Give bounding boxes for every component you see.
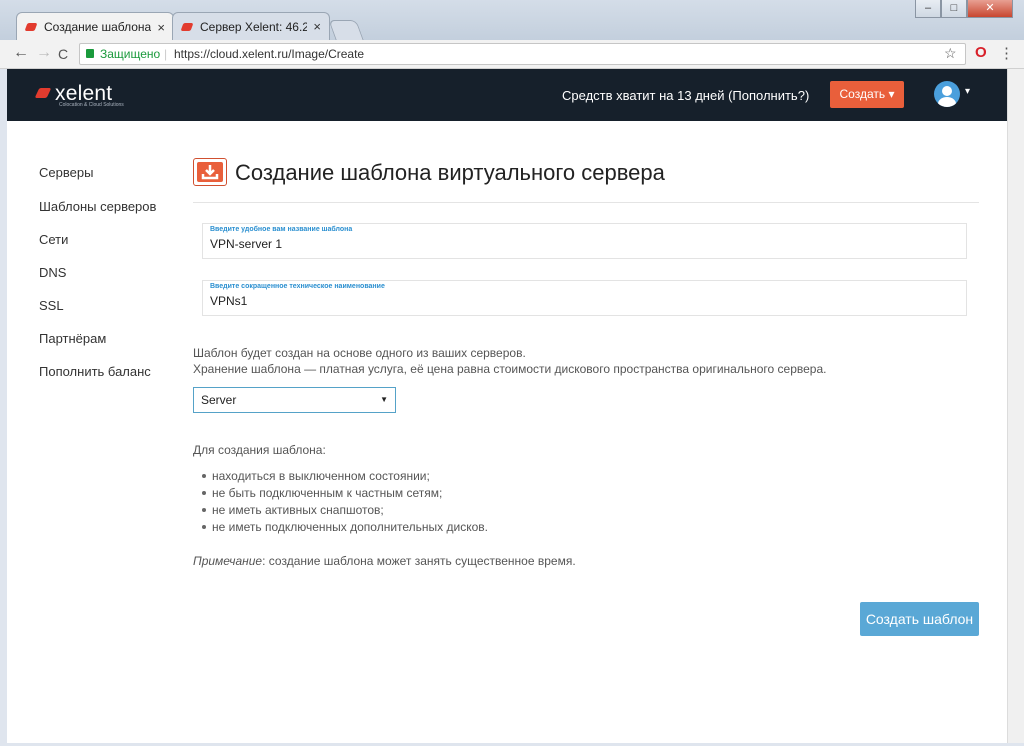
maximize-icon[interactable]: □	[941, 0, 967, 18]
site-header: xelent Colocation & Cloud Solutions Сред…	[7, 69, 1007, 121]
funds-link[interactable]: Средств хватит на 13 дней (Пополнить?)	[562, 88, 809, 103]
logo-subtitle: Colocation & Cloud Solutions	[59, 102, 124, 108]
chevron-down-icon: ▼	[380, 395, 388, 404]
sidebar-item-dns[interactable]: DNS	[39, 265, 66, 280]
bookmark-star-icon[interactable]: ☆	[944, 43, 957, 63]
opera-icon[interactable]: O	[975, 44, 987, 61]
requirement-item: не быть подключенным к частным сетям;	[202, 486, 442, 500]
template-name-value[interactable]: VPN-server 1	[210, 237, 910, 251]
address-bar[interactable]: Защищено | https://cloud.xelent.ru/Image…	[79, 43, 966, 65]
note-text: : создание шаблона может занять существе…	[262, 554, 576, 568]
requirement-item: не иметь активных снапшотов;	[202, 503, 384, 517]
tech-name-field[interactable]: Введите сокращенное техническое наименов…	[202, 280, 967, 316]
info-text-2: Хранение шаблона — платная услуга, её це…	[193, 362, 827, 376]
lock-icon	[86, 49, 94, 58]
tab-title: Создание шаблона вир	[44, 20, 152, 34]
browser-menu-icon[interactable]: ⋮	[999, 44, 1014, 62]
tab-inactive[interactable]: Сервер Xelent: 46.229.2 ×	[172, 12, 330, 40]
close-window-icon[interactable]: ✕	[967, 0, 1013, 18]
title-divider	[193, 202, 979, 203]
info-text-1: Шаблон будет создан на основе одного из …	[193, 346, 526, 360]
sidebar-item-topup[interactable]: Пополнить баланс	[39, 364, 151, 379]
sidebar-item-templates[interactable]: Шаблоны серверов	[39, 199, 156, 214]
create-dropdown-button[interactable]: Создать ▾	[830, 81, 904, 108]
reload-icon[interactable]: C	[58, 46, 68, 62]
url-text: https://cloud.xelent.ru/Image/Create	[174, 47, 365, 61]
sidebar-item-networks[interactable]: Сети	[39, 232, 68, 247]
tech-name-label: Введите сокращенное техническое наименов…	[210, 283, 385, 290]
requirement-item: не иметь подключенных дополнительных дис…	[202, 520, 488, 534]
template-name-label: Введите удобное вам название шаблона	[210, 226, 353, 233]
sidebar-item-servers[interactable]: Серверы	[39, 165, 93, 180]
note-label: Примечание	[193, 554, 263, 568]
server-select-value: Server	[201, 393, 237, 407]
create-template-button[interactable]: Создать шаблон	[860, 602, 979, 636]
requirement-item: находиться в выключенном состоянии;	[202, 469, 430, 483]
tab-close-icon[interactable]: ×	[157, 20, 165, 35]
requirements-title: Для создания шаблона:	[193, 443, 326, 457]
scrollbar[interactable]	[1007, 69, 1024, 743]
note: Примечание: создание шаблона может занят…	[193, 554, 576, 568]
server-select[interactable]: Server ▼	[193, 387, 396, 413]
template-name-field[interactable]: Введите удобное вам название шаблона VPN…	[202, 223, 967, 259]
download-icon	[193, 158, 227, 186]
xelent-favicon-icon	[25, 21, 37, 33]
minimize-icon[interactable]: –	[915, 0, 941, 18]
page-content: xelent Colocation & Cloud Solutions Сред…	[7, 69, 1007, 743]
user-avatar-icon[interactable]	[934, 81, 960, 107]
sidebar-item-partners[interactable]: Партнёрам	[39, 331, 106, 346]
tab-active[interactable]: Создание шаблона вир ×	[16, 12, 174, 41]
tech-name-value[interactable]: VPNs1	[210, 294, 910, 308]
xelent-logo-icon	[34, 88, 52, 98]
forward-icon[interactable]: →	[36, 44, 52, 62]
back-icon[interactable]: ←	[13, 44, 29, 62]
security-label: Защищено	[100, 47, 161, 61]
xelent-favicon-icon	[181, 21, 193, 33]
chevron-down-icon[interactable]: ▾	[965, 86, 970, 97]
tab-title: Сервер Xelent: 46.229.2	[200, 19, 308, 34]
tab-close-icon[interactable]: ×	[313, 19, 321, 34]
page-title: Создание шаблона виртуального сервера	[235, 160, 665, 185]
sidebar-item-ssl[interactable]: SSL	[39, 298, 64, 313]
